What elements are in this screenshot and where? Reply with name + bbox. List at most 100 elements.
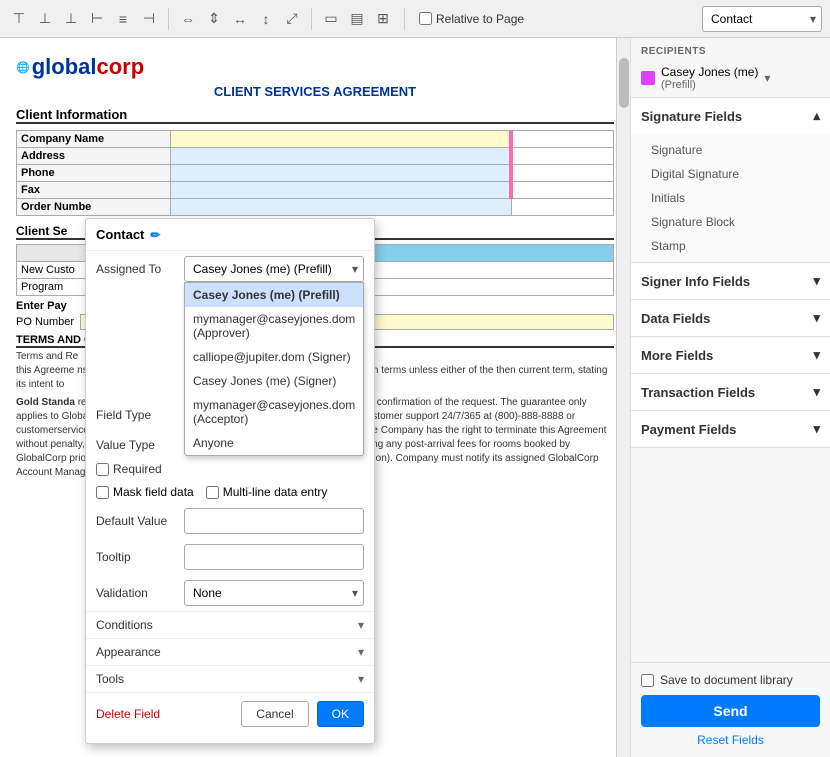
tools-section[interactable]: Tools ▾ xyxy=(86,665,374,692)
dropdown-item-0[interactable]: Casey Jones (me) (Prefill) xyxy=(185,283,363,307)
validation-select-wrapper: None xyxy=(184,580,364,606)
signature-field-item[interactable]: Signature xyxy=(631,138,830,162)
recipient-chevron-icon: ▾ xyxy=(764,71,770,85)
company-name-extra xyxy=(511,131,613,148)
distribute-h-icon[interactable]: ⇔ xyxy=(177,8,199,30)
fax-label: Fax xyxy=(17,182,171,199)
align-center-v-icon[interactable]: ⊥ xyxy=(34,8,56,30)
save-library-label: Save to document library xyxy=(660,673,793,687)
table-row: Phone xyxy=(17,165,614,182)
align-center-h-icon[interactable]: ≡ xyxy=(112,8,134,30)
recipient-name: Casey Jones (me) xyxy=(661,65,758,79)
payment-fields-header[interactable]: Payment Fields ▾ xyxy=(631,411,830,447)
initials-field-item[interactable]: Initials xyxy=(631,186,830,210)
contact-select[interactable]: Contact Signer Approver xyxy=(702,6,822,32)
ok-button[interactable]: OK xyxy=(317,701,364,727)
signer-info-header[interactable]: Signer Info Fields ▾ xyxy=(631,263,830,299)
signer-info-chevron-icon: ▾ xyxy=(813,273,820,289)
recipient-sub: (Prefill) xyxy=(661,79,758,91)
save-library-checkbox[interactable] xyxy=(641,674,654,687)
dropdown-item-2[interactable]: calliope@jupiter.dom (Signer) xyxy=(185,345,363,369)
tooltip-label: Tooltip xyxy=(96,550,176,564)
signature-fields-chevron-icon: ▴ xyxy=(813,108,820,124)
multiline-checkbox[interactable] xyxy=(206,486,219,499)
data-fields-header[interactable]: Data Fields ▾ xyxy=(631,300,830,336)
layer-icon[interactable]: ⊞ xyxy=(372,8,394,30)
signature-fields-label: Signature Fields xyxy=(641,109,742,124)
conditions-label: Conditions xyxy=(96,618,153,632)
signature-block-field-item[interactable]: Signature Block xyxy=(631,210,830,234)
company-name-field[interactable] xyxy=(170,131,511,148)
page-layout-icon[interactable]: ▭ xyxy=(320,8,342,30)
resize-height-icon[interactable]: ↕ xyxy=(255,8,277,30)
gold-std-label: Gold Standa xyxy=(16,397,75,408)
popup-header: Contact ✏ xyxy=(86,219,374,251)
align-bottom-icon[interactable]: ⊥ xyxy=(60,8,82,30)
reset-fields-link[interactable]: Reset Fields xyxy=(641,733,820,747)
assigned-to-select-wrapper: Casey Jones (me) (Prefill) mymanager@cas… xyxy=(184,256,364,282)
stamp-field-item[interactable]: Stamp xyxy=(631,234,830,258)
conditions-section[interactable]: Conditions ▾ xyxy=(86,611,374,638)
order-number-field[interactable] xyxy=(170,199,511,216)
client-info-title: Client Information xyxy=(16,107,614,124)
dropdown-item-1[interactable]: mymanager@caseyjones.dom (Approver) xyxy=(185,307,363,345)
assigned-to-select[interactable]: Casey Jones (me) (Prefill) mymanager@cas… xyxy=(184,256,364,282)
relative-to-page-checkbox[interactable] xyxy=(419,12,432,25)
distribute-v-icon[interactable]: ⇕ xyxy=(203,8,225,30)
delete-field-link[interactable]: Delete Field xyxy=(96,707,233,721)
default-value-input[interactable] xyxy=(184,508,364,534)
signature-fields-header[interactable]: Signature Fields ▴ xyxy=(631,98,830,134)
signer-info-label: Signer Info Fields xyxy=(641,274,750,289)
tooltip-input[interactable] xyxy=(184,544,364,570)
tools-chevron-icon: ▾ xyxy=(358,672,364,686)
mask-field-label: Mask field data xyxy=(113,485,194,499)
appearance-chevron-icon: ▾ xyxy=(358,645,364,659)
cancel-button[interactable]: Cancel xyxy=(241,701,308,727)
required-checkbox[interactable] xyxy=(96,463,109,476)
logo-area: 🌐 globalcorp xyxy=(16,54,614,80)
digital-signature-field-item[interactable]: Digital Signature xyxy=(631,162,830,186)
align-top-icon[interactable]: ⊤ xyxy=(8,8,30,30)
dropdown-item-3[interactable]: Casey Jones (me) (Signer) xyxy=(185,369,363,393)
align-left-icon[interactable]: ⊢ xyxy=(86,8,108,30)
logo-corp: corp xyxy=(96,54,144,80)
signature-fields-section: Signature Fields ▴ Signature Digital Sig… xyxy=(631,98,830,263)
dropdown-item-4[interactable]: mymanager@caseyjones.dom (Acceptor) xyxy=(185,393,363,431)
table-row: Company Name xyxy=(17,131,614,148)
mask-field-checkbox[interactable] xyxy=(96,486,109,499)
validation-select[interactable]: None xyxy=(184,580,364,606)
appearance-section[interactable]: Appearance ▾ xyxy=(86,638,374,665)
address-extra xyxy=(511,148,613,165)
phone-field[interactable] xyxy=(170,165,511,182)
transaction-fields-header[interactable]: Transaction Fields ▾ xyxy=(631,374,830,410)
recipient-casey-jones[interactable]: Casey Jones (me) (Prefill) ▾ xyxy=(631,61,830,98)
dropdown-item-5[interactable]: Anyone xyxy=(185,431,363,455)
send-button[interactable]: Send xyxy=(641,695,820,727)
multiline-label-row: Multi-line data entry xyxy=(206,485,328,499)
payment-fields-label: Payment Fields xyxy=(641,422,736,437)
field-type-label: Field Type xyxy=(96,408,176,422)
validation-row: Validation None xyxy=(86,575,374,611)
document-scrollbar[interactable] xyxy=(616,38,630,757)
address-field[interactable] xyxy=(170,148,511,165)
stack-icon[interactable]: ▤ xyxy=(346,8,368,30)
doc-title: CLIENT SERVICES AGREEMENT xyxy=(16,84,614,99)
validation-label: Validation xyxy=(96,586,176,600)
contact-popup: Contact ✏ Assigned To Casey Jones (me) (… xyxy=(85,218,375,744)
align-right-icon[interactable]: ⊣ xyxy=(138,8,160,30)
more-fields-header[interactable]: More Fields ▾ xyxy=(631,337,830,373)
multiline-label: Multi-line data entry xyxy=(223,485,328,499)
signature-fields-list: Signature Digital Signature Initials Sig… xyxy=(631,134,830,262)
scrollbar-thumb[interactable] xyxy=(619,58,629,108)
transaction-fields-label: Transaction Fields xyxy=(641,385,755,400)
program-field[interactable] xyxy=(375,279,614,296)
recipient-name-text: Casey Jones (me) (Prefill) xyxy=(661,65,758,91)
fax-field[interactable] xyxy=(170,182,511,199)
recipients-header: RECIPIENTS xyxy=(631,38,830,61)
resize-width-icon[interactable]: ↔ xyxy=(229,8,251,30)
popup-footer: Delete Field Cancel OK xyxy=(86,692,374,735)
edit-icon[interactable]: ✏ xyxy=(150,228,160,242)
new-customer-field[interactable] xyxy=(375,262,614,279)
payment-fields-chevron-icon: ▾ xyxy=(813,421,820,437)
resize-both-icon[interactable]: ⤢ xyxy=(281,8,303,30)
